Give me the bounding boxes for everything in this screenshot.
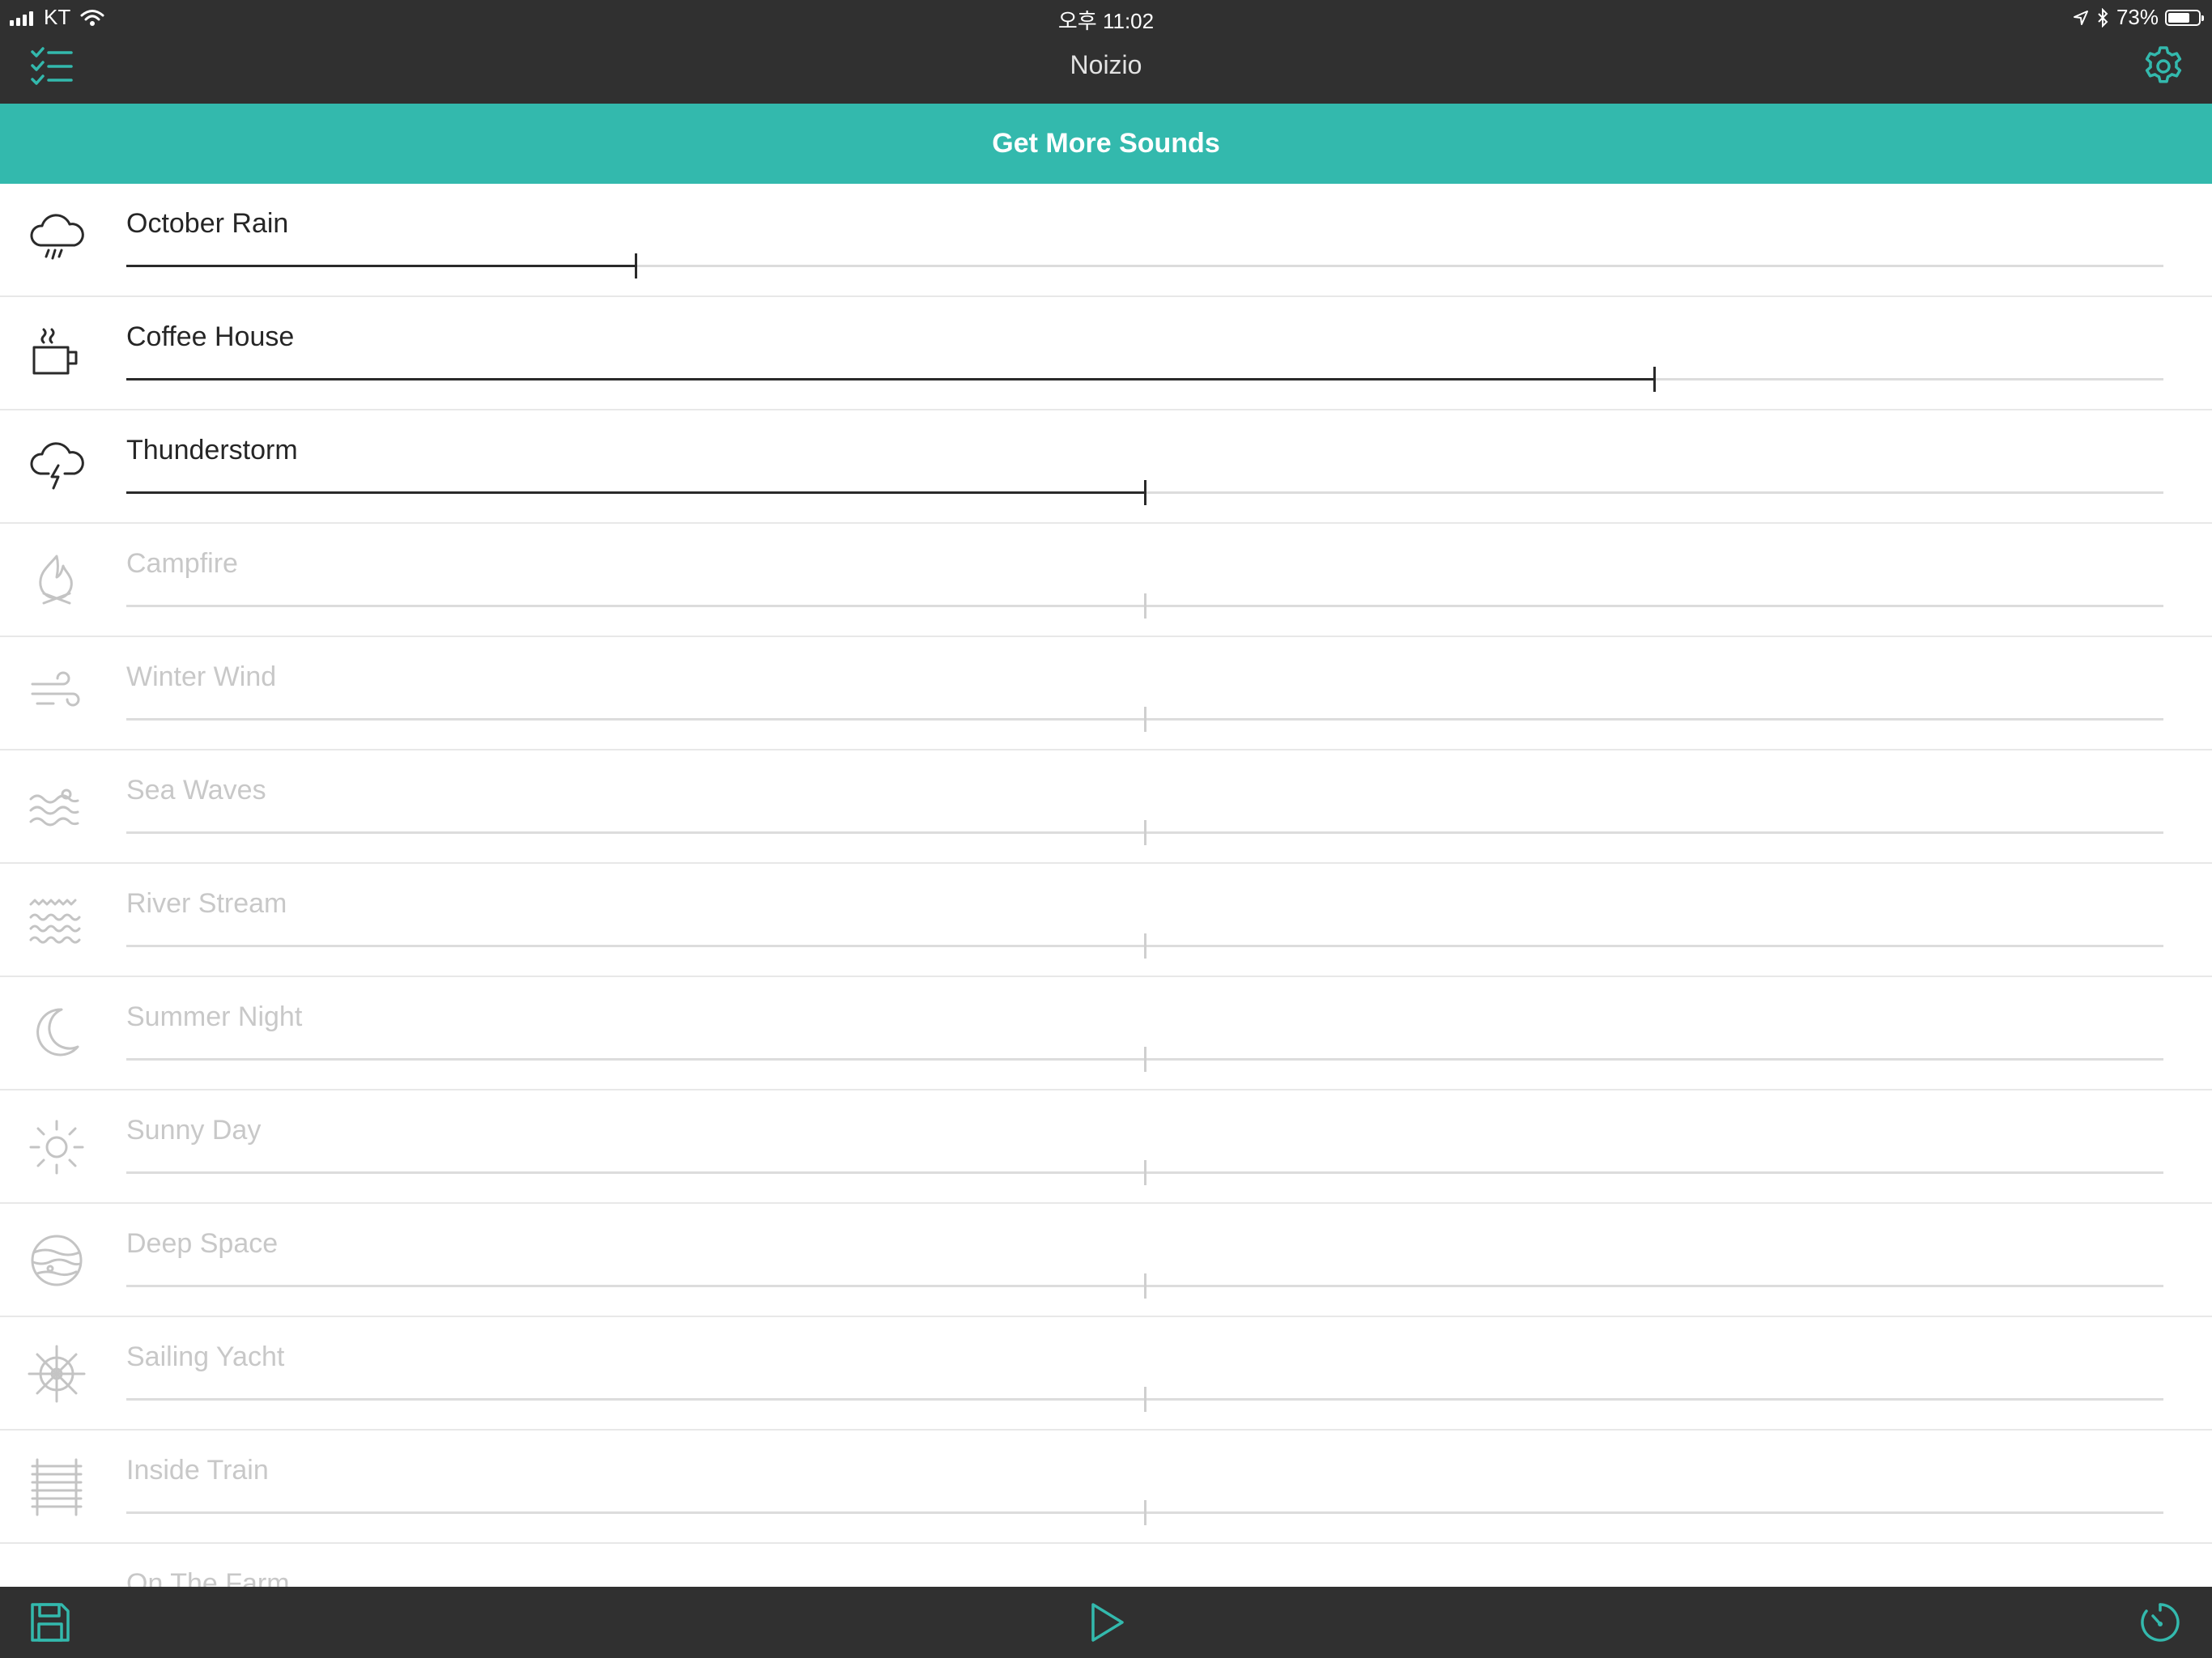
- sound-row[interactable]: October Rain: [0, 184, 2212, 297]
- flame-icon[interactable]: [26, 550, 87, 611]
- thunder-cloud-icon[interactable]: [26, 436, 87, 498]
- sound-row[interactable]: Sunny Day: [0, 1090, 2212, 1204]
- train-track-icon[interactable]: [26, 1456, 87, 1518]
- sound-name: Summer Night: [126, 1001, 303, 1032]
- location-arrow-icon: [2073, 10, 2089, 26]
- volume-slider[interactable]: [126, 1500, 2163, 1525]
- get-more-sounds-button[interactable]: Get More Sounds: [0, 104, 2212, 184]
- volume-slider[interactable]: [126, 820, 2163, 845]
- play-icon[interactable]: [1083, 1600, 1129, 1645]
- volume-slider-fill: [126, 1398, 1145, 1401]
- sun-icon[interactable]: [26, 1116, 87, 1178]
- bottom-toolbar: [0, 1587, 2212, 1658]
- sound-name: Campfire: [126, 548, 238, 579]
- timer-icon[interactable]: [2138, 1600, 2183, 1645]
- volume-slider-fill: [126, 1058, 1145, 1061]
- moon-icon[interactable]: [26, 1003, 87, 1065]
- volume-slider-fill: [126, 378, 1654, 380]
- gear-icon[interactable]: [2142, 45, 2184, 87]
- volume-slider-thumb[interactable]: [1144, 593, 1146, 619]
- volume-slider-thumb[interactable]: [1144, 933, 1146, 959]
- volume-slider-thumb[interactable]: [1144, 707, 1146, 732]
- sound-name: Inside Train: [126, 1455, 269, 1486]
- stream-icon[interactable]: [26, 890, 87, 951]
- sound-name: Sunny Day: [126, 1115, 262, 1146]
- coffee-cup-icon[interactable]: [26, 323, 87, 385]
- status-bar: KT 오후 11:02 73%: [0, 0, 2212, 34]
- sound-row[interactable]: On The Farm: [0, 1544, 2212, 1587]
- sound-name: Thunderstorm: [126, 435, 298, 466]
- volume-slider-thumb[interactable]: [1144, 480, 1146, 505]
- save-icon[interactable]: [29, 1601, 71, 1643]
- volume-slider-fill: [126, 605, 1145, 607]
- top-bar: KT 오후 11:02 73% Noizio: [0, 0, 2212, 104]
- sound-name: October Rain: [126, 208, 289, 239]
- volume-slider[interactable]: [126, 707, 2163, 732]
- sound-name: River Stream: [126, 888, 287, 919]
- volume-slider-fill: [126, 265, 636, 267]
- waves-icon[interactable]: [26, 776, 87, 838]
- volume-slider[interactable]: [126, 253, 2163, 278]
- sound-row[interactable]: Summer Night: [0, 977, 2212, 1090]
- volume-slider[interactable]: [126, 1047, 2163, 1072]
- volume-slider[interactable]: [126, 933, 2163, 959]
- volume-slider-thumb[interactable]: [1144, 820, 1146, 845]
- sound-row[interactable]: Coffee House: [0, 297, 2212, 410]
- battery-icon: [2165, 9, 2204, 26]
- volume-slider-fill: [126, 1285, 1145, 1287]
- sound-name: Deep Space: [126, 1228, 279, 1259]
- volume-slider-fill: [126, 945, 1145, 947]
- volume-slider-fill: [126, 491, 1145, 494]
- sound-name: Sea Waves: [126, 775, 266, 806]
- sound-row[interactable]: Inside Train: [0, 1431, 2212, 1544]
- sound-name: Winter Wind: [126, 661, 277, 692]
- volume-slider-thumb[interactable]: [1144, 1273, 1146, 1299]
- volume-slider-thumb[interactable]: [1144, 1500, 1146, 1525]
- ship-wheel-icon[interactable]: [26, 1343, 87, 1405]
- noizio-app: KT 오후 11:02 73% Noizio Get More Sounds O…: [0, 0, 2212, 1658]
- volume-slider[interactable]: [126, 1160, 2163, 1185]
- bluetooth-icon: [2097, 7, 2108, 28]
- volume-slider-thumb[interactable]: [1144, 1387, 1146, 1412]
- sound-name: Sailing Yacht: [126, 1341, 285, 1372]
- volume-slider[interactable]: [126, 480, 2163, 505]
- volume-slider-thumb[interactable]: [1653, 367, 1656, 392]
- sound-row[interactable]: Sailing Yacht: [0, 1317, 2212, 1431]
- volume-slider-fill: [126, 1511, 1145, 1514]
- wind-icon[interactable]: [26, 663, 87, 725]
- sound-row[interactable]: Deep Space: [0, 1204, 2212, 1317]
- tractor-icon[interactable]: [26, 1570, 87, 1587]
- volume-slider-thumb[interactable]: [635, 253, 637, 278]
- app-title: Noizio: [1070, 50, 1142, 79]
- status-time: 오후 11:02: [1057, 9, 1155, 33]
- volume-slider[interactable]: [126, 1273, 2163, 1299]
- sound-row[interactable]: Thunderstorm: [0, 410, 2212, 524]
- sound-row[interactable]: Campfire: [0, 524, 2212, 637]
- volume-slider-fill: [126, 831, 1145, 834]
- volume-slider[interactable]: [126, 1387, 2163, 1412]
- volume-slider[interactable]: [126, 593, 2163, 619]
- sound-row[interactable]: Winter Wind: [0, 637, 2212, 750]
- sound-row[interactable]: Sea Waves: [0, 750, 2212, 864]
- volume-slider-fill: [126, 1171, 1145, 1174]
- volume-slider[interactable]: [126, 367, 2163, 392]
- sound-list: October Rain Coffee House Thunderstorm Camp…: [0, 184, 2212, 1587]
- sound-name: On The Farm: [126, 1568, 290, 1587]
- volume-slider-fill: [126, 718, 1145, 721]
- volume-slider-thumb[interactable]: [1144, 1160, 1146, 1185]
- sound-row[interactable]: River Stream: [0, 864, 2212, 977]
- planet-icon[interactable]: [26, 1230, 87, 1291]
- sound-name: Coffee House: [126, 321, 295, 352]
- rain-cloud-icon[interactable]: [26, 210, 87, 271]
- battery-percentage: 73%: [2116, 5, 2159, 29]
- volume-slider-thumb[interactable]: [1144, 1047, 1146, 1072]
